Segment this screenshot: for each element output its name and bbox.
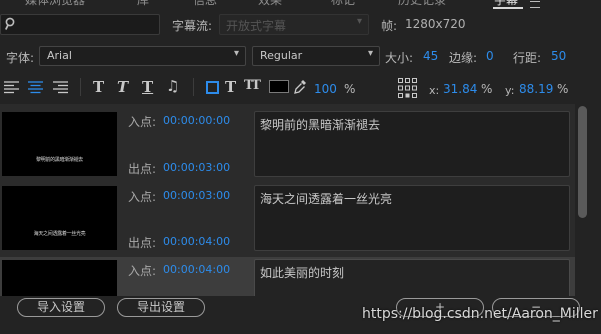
caption-stream-label: 字幕流: <box>172 19 213 33</box>
background-box-icon[interactable] <box>206 81 219 94</box>
size-value[interactable]: 45 <box>423 49 438 63</box>
underline-icon[interactable]: T <box>142 78 153 96</box>
import-settings-button[interactable]: 导入设置 <box>17 298 105 317</box>
chevron-down-icon: ▾ <box>356 16 362 27</box>
caption-stream-value: 开放式字幕 <box>226 19 287 33</box>
line-spacing-value[interactable]: 50 <box>551 49 566 63</box>
panel-menu-icon[interactable] <box>530 1 540 8</box>
thumbnail-caption: 海天之间透露着一丝光亮 <box>33 231 86 237</box>
out-point-timecode[interactable]: 00:00:04:00 <box>163 235 230 248</box>
position-grid-icon[interactable] <box>398 78 418 99</box>
toolbar-divider <box>193 78 194 96</box>
italic-icon[interactable]: T <box>117 78 128 96</box>
export-settings-button[interactable]: 导出设置 <box>117 298 205 317</box>
font-label: 字体: <box>6 51 35 65</box>
align-left-icon[interactable] <box>4 81 19 94</box>
bold-icon[interactable]: T <box>93 78 104 96</box>
chevron-down-icon: ▾ <box>233 48 239 59</box>
caption-text-field[interactable]: 海天之间透露着一丝光亮 <box>254 185 570 251</box>
size-label: 大小: <box>385 51 414 65</box>
watermark: https://blog.csdn.net/Aaron_Miller <box>362 306 598 322</box>
in-point-timecode[interactable]: 00:00:03:00 <box>163 189 230 202</box>
eyedropper-icon[interactable] <box>294 79 307 94</box>
caption-text-field[interactable]: 黎明前的黑暗渐渐褪去 <box>254 111 570 177</box>
in-point-label: 入点: <box>128 190 157 204</box>
color-swatch[interactable] <box>269 80 289 93</box>
frame-size: 1280x720 <box>405 17 466 31</box>
active-tab-indicator <box>493 7 523 9</box>
font-family-value: Arial <box>47 49 72 62</box>
in-point-label: 入点: <box>128 115 157 129</box>
font-style-select[interactable]: Regular ▾ <box>252 46 380 66</box>
scrollbar-thumb[interactable] <box>578 106 587 218</box>
caption-row-selected[interactable]: 入点: 00:00:04:00 如此美丽的时刻 <box>0 257 575 300</box>
caption-row[interactable]: 黎明前的黑暗渐渐褪去 入点: 00:00:00:00 出点: 00:00:03:… <box>0 109 575 179</box>
out-point-label: 出点: <box>128 162 157 176</box>
caption-thumbnail <box>2 260 117 300</box>
tab-history[interactable]: 历史记录 <box>398 0 446 8</box>
position-x-value[interactable]: 31.84 <box>443 82 477 96</box>
position-y-label: y: <box>505 84 515 97</box>
align-center-icon[interactable] <box>28 81 43 94</box>
edge-value[interactable]: 0 <box>486 49 494 63</box>
search-input[interactable] <box>0 14 160 35</box>
thumbnail-caption: 黎明前的黑暗渐渐褪去 <box>35 157 83 163</box>
out-point-timecode[interactable]: 00:00:03:00 <box>163 161 230 174</box>
out-point-label: 出点: <box>128 236 157 250</box>
position-x-unit: % <box>481 82 493 96</box>
tab-effects[interactable]: 效果 <box>258 0 282 8</box>
in-point-label: 入点: <box>128 264 157 278</box>
opacity-value[interactable]: 100 <box>314 82 337 96</box>
font-family-select[interactable]: Arial ▾ <box>39 46 246 66</box>
line-spacing-label: 行距: <box>513 51 542 65</box>
caption-thumbnail: 海天之间透露着一丝光亮 <box>2 186 117 250</box>
tab-markers[interactable]: 标记 <box>331 0 355 8</box>
frame-label: 帧: <box>381 19 398 33</box>
in-point-timecode[interactable]: 00:00:04:00 <box>163 263 230 276</box>
caption-text-field[interactable]: 如此美丽的时刻 <box>254 259 570 299</box>
position-y-value[interactable]: 88.19 <box>519 82 553 96</box>
caption-thumbnail: 黎明前的黑暗渐渐褪去 <box>2 112 117 176</box>
font-style-value: Regular <box>260 49 303 62</box>
edge-label: 边缘: <box>449 51 478 65</box>
align-right-icon[interactable] <box>53 81 68 94</box>
caption-row[interactable]: 海天之间透露着一丝光亮 入点: 00:00:03:00 出点: 00:00:04… <box>0 183 575 253</box>
toolbar-divider <box>80 78 81 96</box>
search-icon <box>5 17 15 30</box>
tab-media-browser[interactable]: 媒体浏览器 <box>25 0 85 8</box>
swatch-fill <box>270 81 288 92</box>
music-note-icon[interactable]: ♫ <box>166 77 179 95</box>
text-outline-icon[interactable]: TT <box>244 78 261 93</box>
opacity-unit: % <box>344 82 356 96</box>
text-color-icon[interactable]: T <box>225 78 236 96</box>
caption-stream-select: 开放式字幕 ▾ <box>219 14 369 35</box>
position-y-unit: % <box>557 82 569 96</box>
in-point-timecode[interactable]: 00:00:00:00 <box>163 114 230 127</box>
tab-libraries[interactable]: 库 <box>137 0 149 8</box>
chevron-down-icon: ▾ <box>367 48 373 59</box>
tab-info[interactable]: 信息 <box>193 0 217 8</box>
position-x-label: x: <box>429 84 440 97</box>
